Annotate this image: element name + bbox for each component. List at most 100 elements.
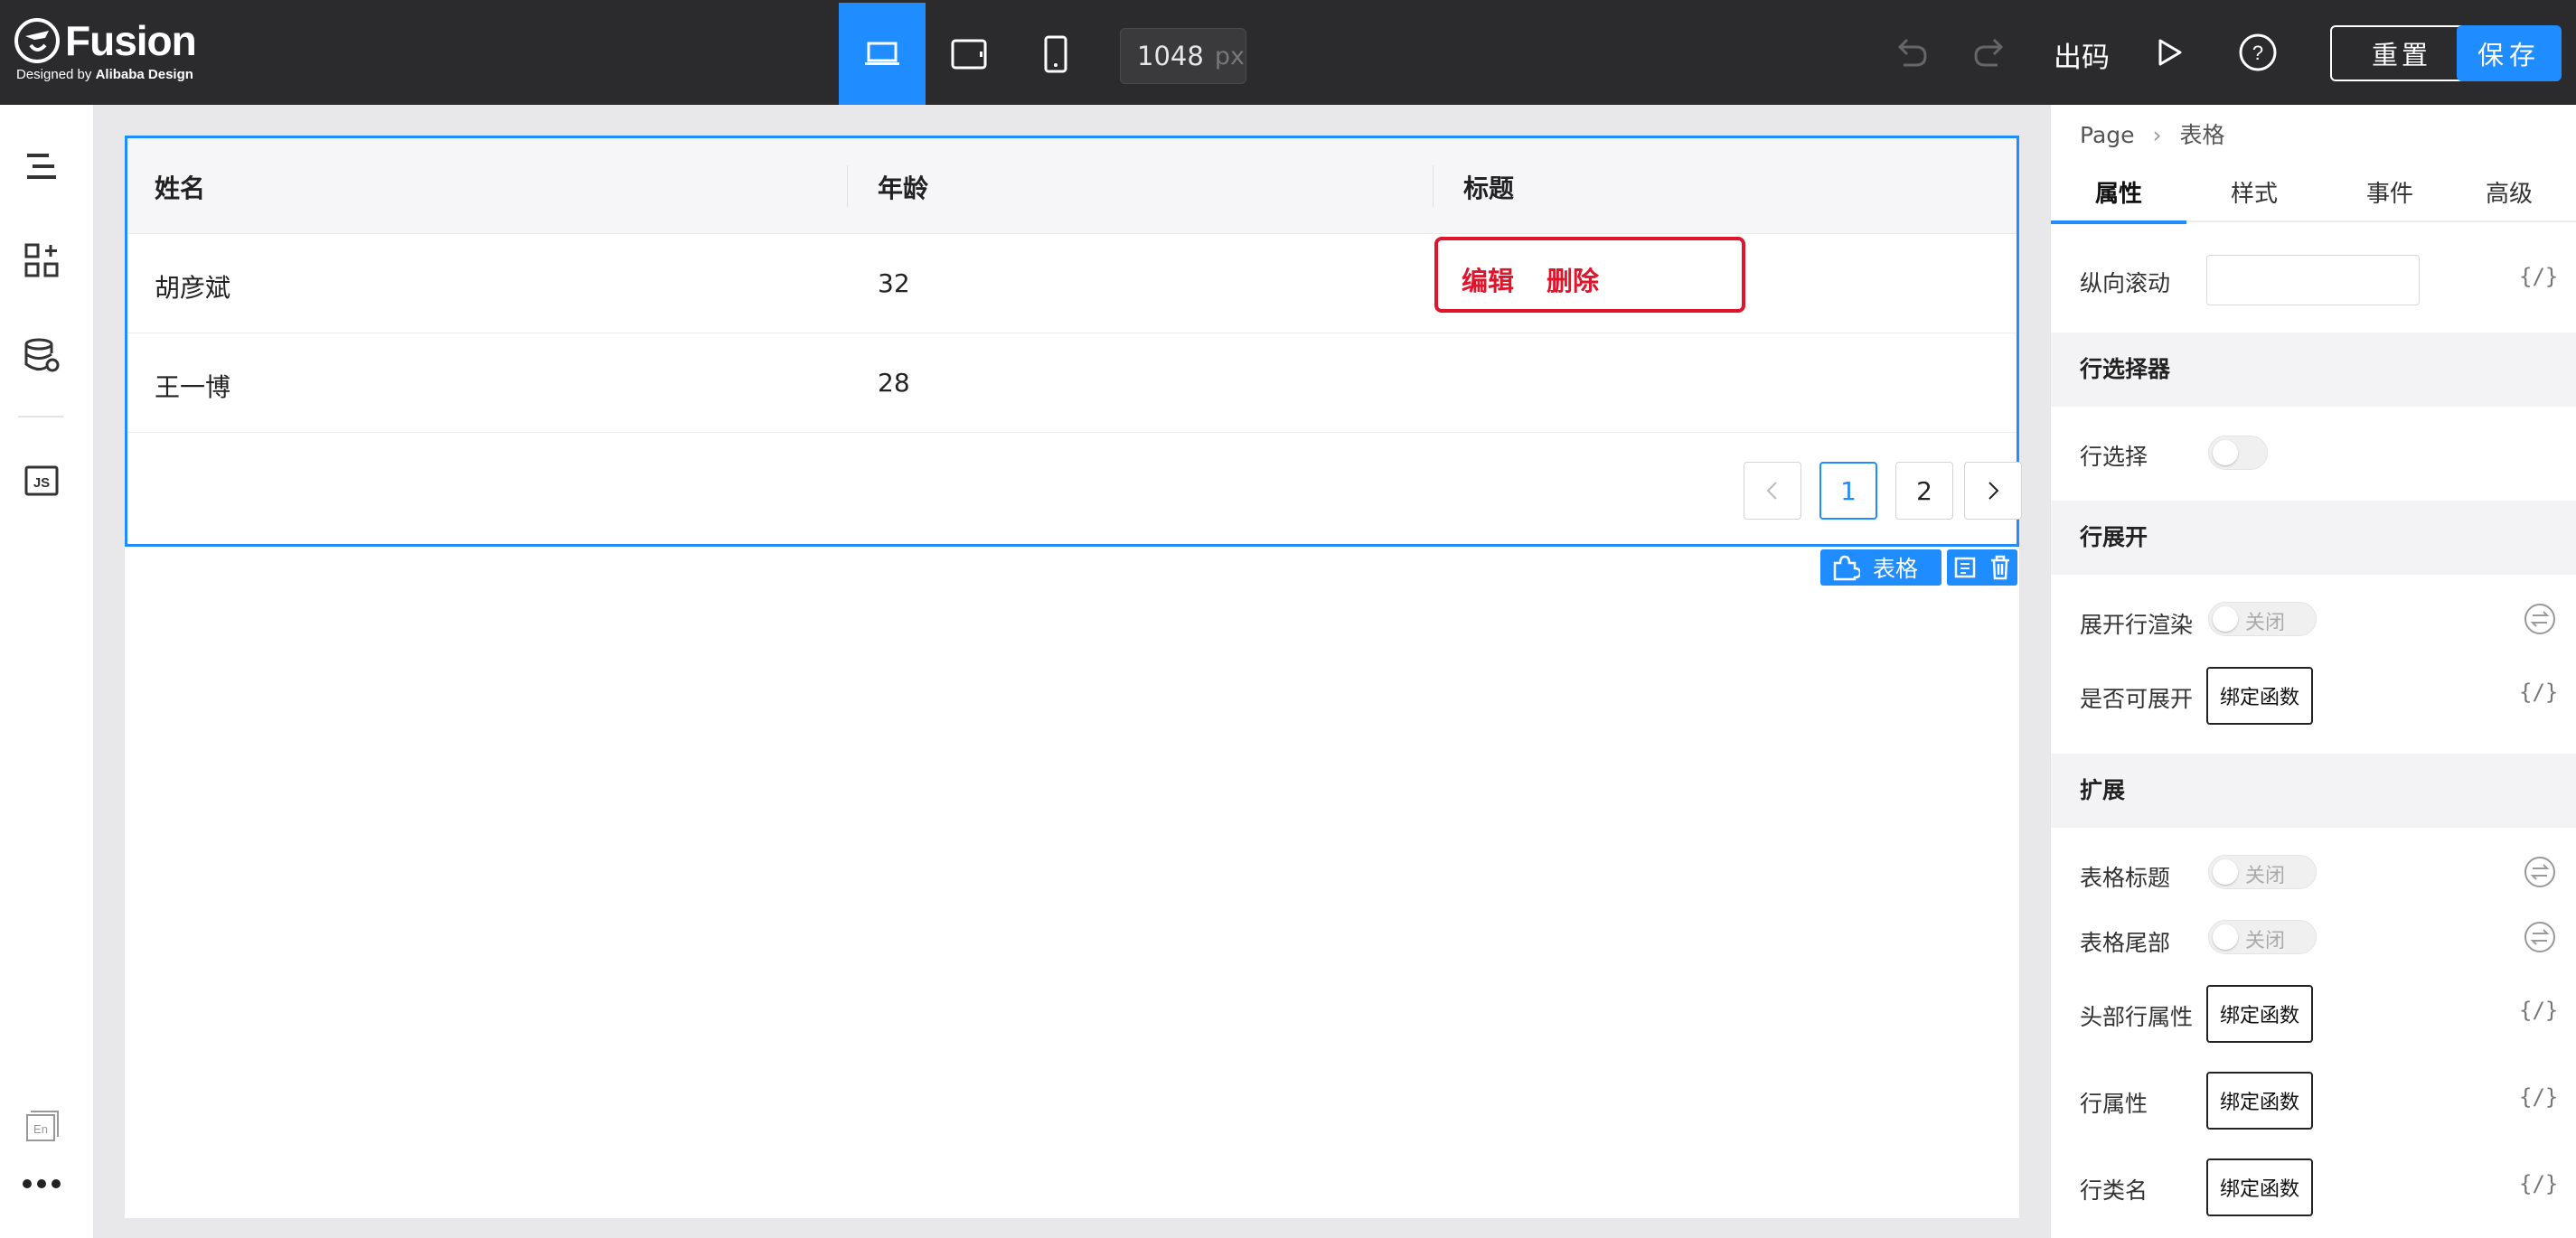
variable-binding-button[interactable]: {/} [2519, 264, 2558, 289]
rail-divider [18, 416, 63, 417]
swap-icon[interactable] [2523, 855, 2557, 889]
toggle-state: 关闭 [2245, 865, 2286, 887]
row-select-label: 行选择 [2080, 444, 2148, 470]
variable-binding-button[interactable]: {/} [2519, 1171, 2558, 1196]
save-button[interactable]: 保存 [2457, 25, 2562, 81]
redo-icon [1974, 38, 2004, 67]
section-row-selector: 行选择器 [2051, 333, 2576, 407]
brand-name: Fusion [65, 17, 197, 64]
pagination-next-button[interactable] [1964, 462, 2022, 520]
row-class-bind-function-button[interactable]: 绑定函数 [2206, 1158, 2313, 1216]
selected-component-tag[interactable]: 表格 [1820, 549, 1941, 586]
column-divider [1433, 165, 1434, 207]
variable-binding-button[interactable]: {/} [2519, 1084, 2558, 1110]
help-button[interactable]: ? [2236, 31, 2280, 74]
desktop-icon [865, 42, 899, 65]
mobile-view-button[interactable] [1012, 3, 1099, 105]
swap-icon[interactable] [2523, 602, 2557, 636]
play-icon [2158, 39, 2182, 66]
components-icon [24, 243, 59, 277]
undo-icon [1897, 38, 1927, 67]
brand-subtitle: Designed by Alibaba Design [16, 67, 193, 82]
column-header-age: 年龄 [878, 174, 929, 203]
pagination-page-1[interactable]: 1 [1819, 462, 1877, 520]
row-props-bind-function-button[interactable]: 绑定函数 [2206, 1072, 2313, 1130]
vertical-scroll-label: 纵向滚动 [2080, 270, 2171, 296]
tab-properties[interactable]: 属性 [2051, 161, 2186, 224]
properties-panel: Page › 表格 属性 样式 事件 高级 纵向滚动 {/} 行选择器 行选择 行展… [2050, 105, 2576, 1238]
header-row-props-label: 头部行属性 [2080, 1004, 2194, 1030]
table-footer-toggle[interactable]: 关闭 [2208, 920, 2317, 954]
column-divider [847, 165, 848, 207]
selected-table[interactable]: 姓名 年龄 标题 胡彦斌 32 王一博 28 编辑 删除 1 2 [125, 136, 2022, 547]
outline-tree-button[interactable] [22, 146, 61, 186]
datasource-panel-button[interactable] [22, 336, 61, 376]
language-icon: En [26, 1111, 59, 1141]
variable-binding-button[interactable]: {/} [2519, 998, 2558, 1023]
cell-name: 王一博 [155, 372, 231, 402]
language-switch-button[interactable]: En [22, 1106, 61, 1146]
tablet-icon [951, 39, 987, 69]
edit-link[interactable]: 编辑 [1462, 260, 1514, 298]
desktop-view-button[interactable] [839, 3, 926, 105]
canvas-width-input[interactable]: 1048 px [1120, 28, 1246, 84]
logo-icon [14, 18, 60, 63]
breadcrumb: Page › 表格 [2080, 117, 2225, 150]
chevron-right-icon [1988, 482, 1999, 500]
design-canvas: 姓名 年龄 标题 胡彦斌 32 王一博 28 编辑 删除 1 2 表格 [125, 136, 2022, 1218]
components-panel-button[interactable] [22, 240, 61, 280]
mobile-icon [1044, 35, 1067, 72]
row-props-label: 行属性 [2080, 1091, 2148, 1117]
trash-icon[interactable] [1989, 555, 2011, 580]
more-button[interactable] [22, 1164, 61, 1204]
table-title-label: 表格标题 [2080, 865, 2171, 891]
table-header: 姓名 年龄 标题 [127, 138, 2017, 234]
breadcrumb-page[interactable]: Page [2080, 122, 2135, 148]
width-value: 1048 [1137, 41, 1204, 71]
row-select-toggle[interactable] [2208, 436, 2268, 470]
expandable-label: 是否可展开 [2080, 686, 2194, 712]
table-footer-label: 表格尾部 [2080, 930, 2171, 956]
copy-icon[interactable] [1953, 556, 1977, 579]
column-header-title: 标题 [1463, 174, 1515, 203]
datasource-icon [24, 338, 60, 372]
delete-link[interactable]: 删除 [1547, 260, 1599, 298]
chevron-left-icon [1766, 482, 1777, 500]
section-row-expand: 行展开 [2051, 501, 2576, 575]
preview-button[interactable] [2148, 31, 2191, 74]
reset-button[interactable]: 重置 [2330, 25, 2473, 81]
js-editor-button[interactable]: JS [22, 461, 61, 501]
export-code-button[interactable]: 出码 [2054, 34, 2110, 75]
cell-age: 28 [878, 368, 910, 398]
breadcrumb-current: 表格 [2179, 122, 2225, 148]
vertical-scroll-input[interactable] [2206, 255, 2420, 305]
svg-text:En: En [33, 1122, 48, 1136]
breadcrumb-separator: › [2152, 122, 2162, 148]
pagination-page-2[interactable]: 2 [1895, 462, 1953, 520]
table-title-toggle[interactable]: 关闭 [2208, 855, 2317, 889]
tablet-view-button[interactable] [926, 3, 1012, 105]
cell-name: 胡彦斌 [155, 273, 231, 303]
variable-binding-button[interactable]: {/} [2519, 680, 2558, 705]
table-row: 王一博 28 [127, 333, 2017, 433]
section-extend: 扩展 [2051, 754, 2576, 828]
tab-advanced[interactable]: 高级 [2441, 161, 2576, 222]
toggle-state: 关闭 [2245, 930, 2286, 952]
column-header-name: 姓名 [155, 174, 206, 203]
redo-button[interactable] [1969, 31, 2012, 74]
expandable-bind-function-button[interactable]: 绑定函数 [2206, 667, 2313, 725]
header-row-props-bind-function-button[interactable]: 绑定函数 [2206, 985, 2313, 1043]
svg-text:?: ? [2252, 42, 2263, 64]
panel-tabs: 属性 样式 事件 高级 [2051, 161, 2576, 224]
top-toolbar: Fusion Designed by Alibaba Design 1048 p… [0, 0, 2576, 105]
component-actions [1947, 549, 2017, 586]
tab-style[interactable]: 样式 [2186, 161, 2322, 222]
expand-render-toggle[interactable]: 关闭 [2208, 602, 2317, 636]
brand-logo: Fusion Designed by Alibaba Design [14, 16, 204, 89]
cell-age: 32 [878, 268, 910, 298]
pagination-prev-button[interactable] [1744, 462, 1801, 520]
undo-button[interactable] [1889, 31, 1932, 74]
expand-render-label: 展开行渲染 [2080, 612, 2194, 638]
swap-icon[interactable] [2523, 920, 2557, 954]
tab-events[interactable]: 事件 [2322, 161, 2458, 222]
